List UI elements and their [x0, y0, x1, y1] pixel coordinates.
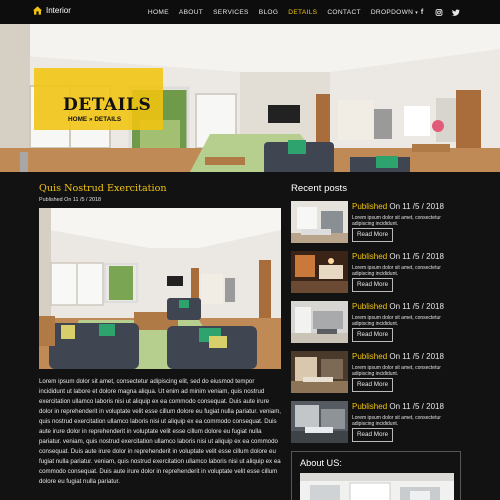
- recent-post-thumbnail[interactable]: [291, 301, 348, 343]
- read-more-button[interactable]: Read More: [352, 228, 394, 242]
- published-label: Published: [352, 352, 388, 361]
- main-menu: HOME ABOUT SERVICES BLOG DETAILS CONTACT…: [138, 0, 418, 24]
- post-image: [39, 208, 281, 369]
- social-links: f: [418, 0, 460, 24]
- recent-post: Published On 11 /5 / 2018 Lorem ipsum do…: [291, 301, 466, 343]
- recent-post-heading[interactable]: Published On 11 /5 / 2018: [352, 302, 444, 311]
- breadcrumb-home-link[interactable]: HOME: [68, 116, 87, 123]
- published-label: Published: [352, 302, 388, 311]
- instagram-icon[interactable]: [435, 8, 443, 16]
- post-body: Lorem ipsum dolor sit amet, consectetur …: [39, 378, 282, 485]
- published-label: Published: [352, 202, 388, 211]
- recent-post: Published On 11 /5 / 2018 Lorem ipsum do…: [291, 401, 466, 443]
- published-date: On 11 /5 / 2018: [387, 252, 444, 261]
- nav-item-dropdown[interactable]: DROPDOWN ▾: [371, 9, 418, 16]
- nav-item-home[interactable]: HOME: [148, 9, 169, 16]
- twitter-icon[interactable]: [452, 8, 460, 16]
- read-more-button[interactable]: Read More: [352, 328, 394, 342]
- nav-item-about[interactable]: ABOUT: [179, 9, 203, 16]
- published-label: Published: [352, 402, 388, 411]
- published-date: On 11 /5 / 2018: [387, 202, 444, 211]
- post-title[interactable]: Quis Nostrud Exercitation: [39, 183, 167, 194]
- recent-post-excerpt: Lorem ipsum dolor sit amet, consectetur …: [352, 215, 441, 227]
- nav-item-contact[interactable]: CONTACT: [327, 9, 360, 16]
- page: Interior HOME ABOUT SERVICES BLOG DETAIL…: [0, 0, 500, 500]
- nav-item-dropdown-label: DROPDOWN: [370, 8, 414, 16]
- recent-post-excerpt: Lorem ipsum dolor sit amet, consectetur …: [352, 265, 441, 277]
- breadcrumb: HOME » DETAILS: [68, 116, 121, 123]
- about-us-title: About US:: [300, 458, 342, 468]
- nav-item-services[interactable]: SERVICES: [213, 9, 249, 16]
- brand-name: Interior: [46, 6, 71, 15]
- recent-post-excerpt: Lorem ipsum dolor sit amet, consectetur …: [352, 365, 441, 377]
- recent-post-thumbnail[interactable]: [291, 251, 348, 293]
- facebook-icon[interactable]: f: [418, 9, 426, 16]
- published-date: On 11 /5 / 2018: [387, 402, 444, 411]
- breadcrumb-separator-icon: »: [88, 116, 93, 123]
- hero-banner: DETAILS HOME » DETAILS: [0, 24, 500, 172]
- recent-post-thumbnail[interactable]: [291, 201, 348, 243]
- recent-post-thumbnail[interactable]: [291, 351, 348, 393]
- published-label: Published: [352, 252, 388, 261]
- recent-post: Published On 11 /5 / 2018 Lorem ipsum do…: [291, 351, 466, 393]
- published-date: On 11 /5 / 2018: [387, 352, 444, 361]
- recent-post: Published On 11 /5 / 2018 Lorem ipsum do…: [291, 201, 466, 243]
- recent-post-heading[interactable]: Published On 11 /5 / 2018: [352, 402, 444, 411]
- recent-post-excerpt: Lorem ipsum dolor sit amet, consectetur …: [352, 315, 441, 327]
- recent-post-thumbnail[interactable]: [291, 401, 348, 443]
- nav-item-details[interactable]: DETAILS: [288, 9, 317, 16]
- published-date: On 11 /5 / 2018: [387, 302, 444, 311]
- recent-post-heading[interactable]: Published On 11 /5 / 2018: [352, 202, 444, 211]
- read-more-button[interactable]: Read More: [352, 278, 394, 292]
- recent-post-heading[interactable]: Published On 11 /5 / 2018: [352, 252, 444, 261]
- read-more-button[interactable]: Read More: [352, 428, 394, 442]
- nav-item-blog[interactable]: BLOG: [259, 9, 279, 16]
- recent-posts-title: Recent posts: [291, 183, 347, 194]
- hero-title-box: DETAILS HOME » DETAILS: [34, 68, 163, 130]
- about-us-widget: About US:: [291, 451, 461, 500]
- top-navbar: Interior HOME ABOUT SERVICES BLOG DETAIL…: [0, 0, 500, 24]
- house-icon: [32, 6, 43, 15]
- read-more-button[interactable]: Read More: [352, 378, 394, 392]
- recent-post-heading[interactable]: Published On 11 /5 / 2018: [352, 352, 444, 361]
- recent-post: Published On 11 /5 / 2018 Lorem ipsum do…: [291, 251, 466, 293]
- hero-title: DETAILS: [63, 95, 152, 115]
- post-meta: Published On 11 /5 / 2018: [39, 197, 101, 203]
- about-us-image: [300, 473, 454, 500]
- recent-post-excerpt: Lorem ipsum dolor sit amet, consectetur …: [352, 415, 441, 427]
- brand-logo[interactable]: Interior: [32, 5, 71, 16]
- breadcrumb-current: DETAILS: [94, 116, 122, 123]
